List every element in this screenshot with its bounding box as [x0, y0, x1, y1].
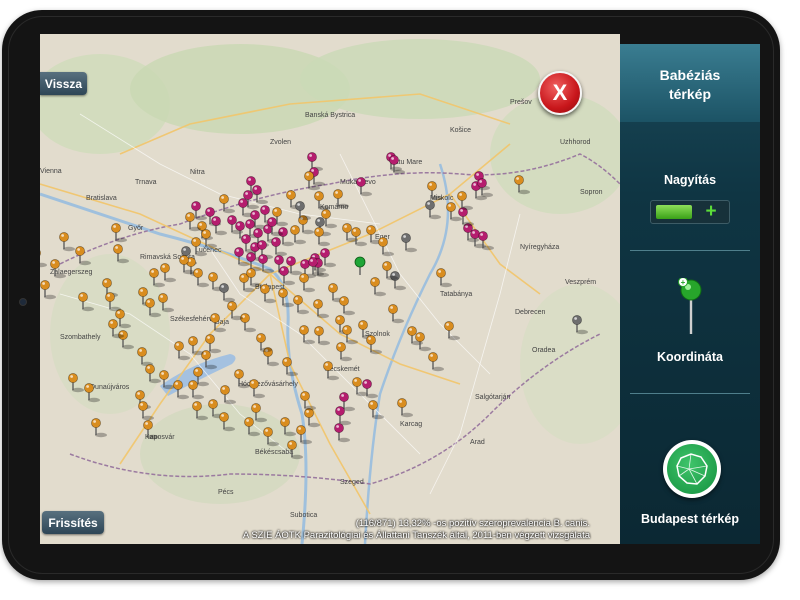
zoom-label: Nagyítás	[663, 173, 717, 187]
zoom-control[interactable]: +	[650, 200, 730, 224]
place-label: Oradea	[532, 347, 555, 354]
coordinate-pin-icon[interactable]: +	[678, 278, 704, 338]
place-label: Szeged	[340, 479, 364, 486]
place-label: Trnava	[135, 179, 157, 186]
place-label: Košice	[450, 127, 471, 134]
divider	[630, 250, 750, 251]
zoom-minus-bar[interactable]	[656, 205, 692, 219]
place-label: Vienna	[40, 168, 62, 175]
sidebar-header: Babéziás térkép	[620, 44, 760, 122]
map-view[interactable]: Vienna Bratislava Győr Budapest Miskolc …	[40, 34, 620, 544]
back-button[interactable]: Vissza	[40, 72, 87, 95]
map-canvas[interactable]: Vienna Bratislava Győr Budapest Miskolc …	[40, 34, 620, 544]
sidebar-title: Babéziás térkép	[659, 67, 721, 102]
place-label: Sopron	[580, 189, 603, 196]
place-label: Békéscsaba	[255, 449, 293, 456]
place-label: Arad	[470, 439, 485, 446]
place-label: Bratislava	[86, 195, 117, 202]
place-label: Győr	[128, 225, 144, 232]
place-label: Salgótarján	[475, 394, 511, 401]
divider	[630, 393, 750, 394]
caption-line-1: (116/871) 13,32% -os pozitív szeropreval…	[355, 518, 590, 529]
camera-icon	[19, 298, 27, 306]
budapest-map-icon	[667, 444, 717, 494]
place-label: Debrecen	[515, 309, 545, 316]
place-label: Nyíregyháza	[520, 244, 559, 251]
place-label: Banská Bystrica	[305, 112, 355, 119]
place-label: Pécs	[218, 489, 234, 496]
place-label: Zvolen	[270, 139, 291, 146]
zoom-plus-button[interactable]: +	[699, 201, 723, 223]
svg-text:+: +	[681, 278, 686, 287]
refresh-button[interactable]: Frissítés	[42, 511, 104, 534]
budapest-map-label[interactable]: Budapest térkép	[620, 512, 760, 526]
close-button[interactable]: X	[538, 71, 582, 115]
place-label: Dunaújváros	[90, 384, 130, 391]
sidebar: Babéziás térkép Nagyítás + + Koordináta …	[620, 44, 760, 544]
place-label: Tatabánya	[440, 291, 472, 298]
place-label: Karcag	[400, 421, 422, 428]
place-label: Nitra	[190, 169, 205, 176]
place-label: Prešov	[510, 99, 532, 106]
coordinate-label[interactable]: Koordináta	[620, 350, 760, 364]
place-label: Szombathely	[60, 334, 101, 341]
caption-line-2: A SZIE ÁOTK Parazitológiai és Állattani …	[242, 530, 590, 541]
place-label: Veszprém	[565, 279, 596, 286]
place-label: Uzhhorod	[560, 139, 590, 146]
budapest-map-button[interactable]	[663, 440, 721, 498]
prevalence-caption: (116/871) 13,32% -os pozitív szeropreval…	[190, 518, 590, 542]
